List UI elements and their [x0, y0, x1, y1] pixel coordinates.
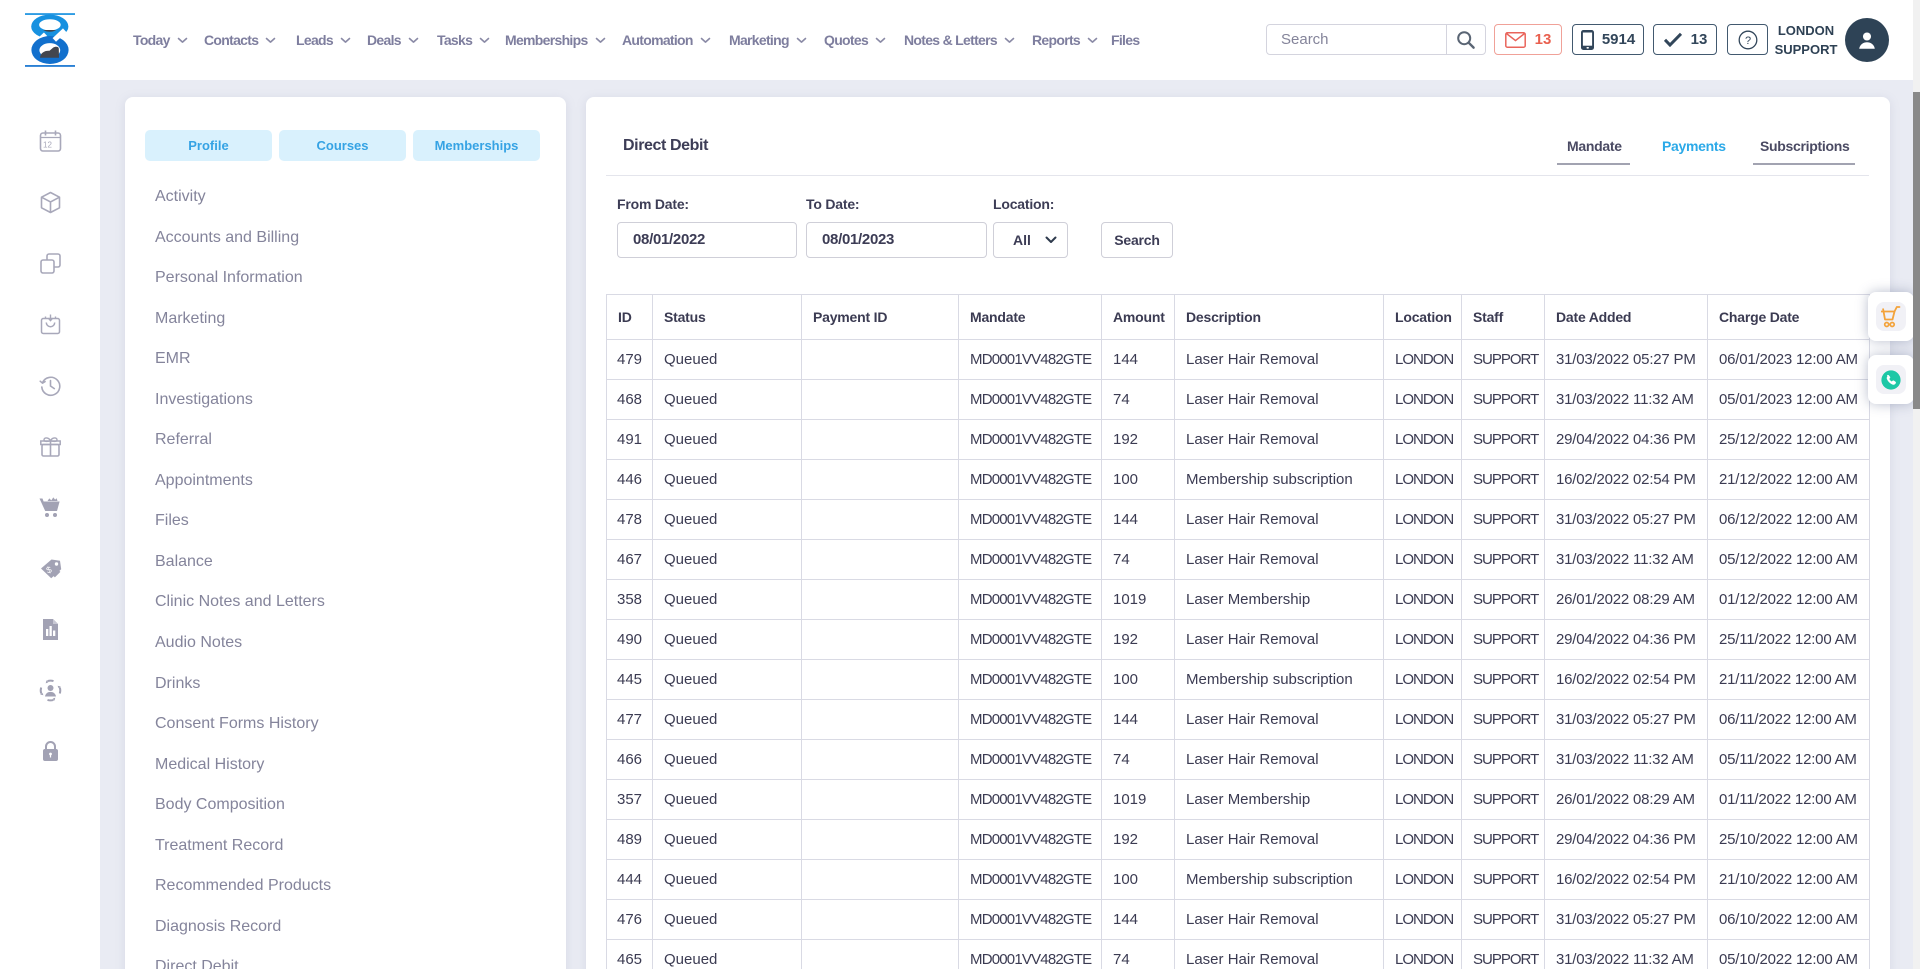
svg-text:12: 12 — [43, 141, 52, 150]
svg-text:?: ? — [1744, 35, 1750, 47]
